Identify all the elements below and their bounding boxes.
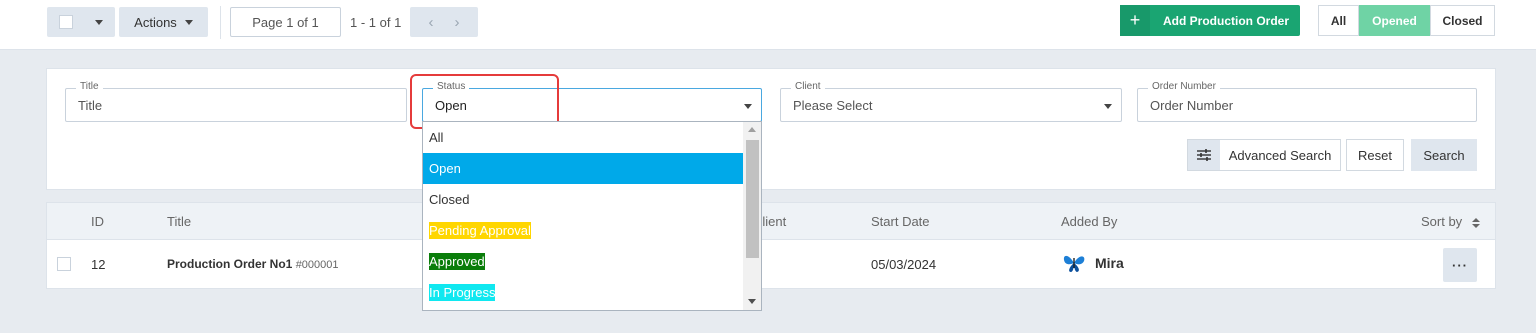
chevron-down-icon bbox=[95, 19, 103, 25]
row-added-by-name: Mira bbox=[1095, 255, 1124, 271]
search-button[interactable]: Search bbox=[1411, 139, 1477, 171]
row-added-by: Mira bbox=[1061, 252, 1124, 274]
client-select[interactable]: Client Please Select bbox=[780, 81, 1122, 122]
record-range: 1 - 1 of 1 bbox=[350, 14, 402, 30]
filter-opened-button[interactable]: Opened bbox=[1359, 5, 1430, 36]
sort-icon bbox=[1471, 217, 1480, 228]
plus-icon: + bbox=[1120, 5, 1150, 36]
page-indicator[interactable]: Page 1 of 1 bbox=[230, 7, 341, 37]
chevron-down-icon bbox=[744, 104, 752, 109]
status-option-pending-approval[interactable]: Pending Approval bbox=[423, 215, 743, 246]
orders-table: ID Title Client Start Date Added By Sort… bbox=[46, 202, 1496, 289]
next-page-icon[interactable]: › bbox=[455, 14, 460, 31]
status-option-in-progress[interactable]: In Progress bbox=[423, 277, 743, 308]
row-title[interactable]: Production Order No1 #000001 bbox=[167, 257, 339, 271]
chevron-down-icon bbox=[1104, 104, 1112, 109]
add-production-order-button[interactable]: + Add Production Order bbox=[1120, 5, 1300, 36]
scrollbar-thumb[interactable] bbox=[746, 140, 759, 258]
table-row[interactable]: 12 Production Order No1 #000001 05/03/20… bbox=[47, 240, 1495, 289]
status-option-label: Approved bbox=[429, 253, 485, 270]
sort-by-label: Sort by bbox=[1421, 214, 1463, 229]
order-number-field-label: Order Number bbox=[1148, 81, 1220, 92]
advanced-search-button[interactable]: Advanced Search bbox=[1187, 139, 1341, 171]
add-production-order-label: Add Production Order bbox=[1163, 13, 1289, 28]
prev-page-icon[interactable]: ‹ bbox=[429, 14, 434, 31]
pagination-nav: ‹ › bbox=[410, 7, 478, 37]
scroll-down-icon[interactable] bbox=[748, 299, 756, 304]
actions-label: Actions bbox=[134, 14, 177, 30]
status-option-closed[interactable]: Closed bbox=[423, 184, 743, 215]
sort-by-control[interactable]: Sort by bbox=[1421, 214, 1480, 229]
row-id: 12 bbox=[91, 257, 106, 272]
order-number-field[interactable]: Order Number Order Number bbox=[1137, 81, 1477, 122]
status-dropdown-list: All Open Closed Pending Approval Approve… bbox=[422, 121, 762, 311]
dropdown-scrollbar[interactable] bbox=[743, 122, 761, 310]
scroll-up-icon[interactable] bbox=[748, 127, 756, 132]
status-option-label: In Progress bbox=[429, 284, 496, 301]
toolbar: Actions Page 1 of 1 1 - 1 of 1 ‹ › + Add… bbox=[0, 0, 1536, 50]
column-header-start-date[interactable]: Start Date bbox=[871, 214, 930, 229]
column-header-title[interactable]: Title bbox=[167, 214, 191, 229]
status-option-label: Pending Approval bbox=[429, 222, 531, 239]
select-all-dropdown[interactable] bbox=[47, 7, 115, 37]
reset-button[interactable]: Reset bbox=[1346, 139, 1404, 171]
client-select-value: Please Select bbox=[793, 98, 873, 113]
row-checkbox[interactable] bbox=[57, 257, 71, 271]
status-option-open[interactable]: Open bbox=[423, 153, 743, 184]
title-field-placeholder: Title bbox=[78, 98, 103, 113]
status-option-label: All bbox=[429, 130, 444, 145]
filter-all-button[interactable]: All bbox=[1318, 5, 1359, 36]
table-header: ID Title Client Start Date Added By Sort… bbox=[47, 203, 1495, 240]
row-title-text: Production Order No1 bbox=[167, 257, 293, 271]
divider bbox=[220, 6, 221, 39]
status-option-all[interactable]: All bbox=[423, 122, 743, 153]
title-field[interactable]: Title Title bbox=[65, 81, 407, 122]
status-option-approved[interactable]: Approved bbox=[423, 246, 743, 277]
actions-button[interactable]: Actions bbox=[119, 7, 208, 37]
row-code: #000001 bbox=[295, 259, 339, 271]
status-option-label: Closed bbox=[429, 192, 470, 207]
client-field-label: Client bbox=[791, 81, 825, 92]
filter-panel: Title Title Status Open Client Please Se… bbox=[46, 68, 1496, 190]
advanced-search-label: Advanced Search bbox=[1228, 147, 1332, 163]
butterfly-avatar-icon bbox=[1063, 255, 1085, 272]
status-option-label: Open bbox=[429, 161, 461, 176]
chevron-down-icon bbox=[184, 19, 193, 25]
row-start-date: 05/03/2024 bbox=[871, 257, 937, 272]
title-field-label: Title bbox=[76, 81, 103, 92]
select-all-checkbox[interactable] bbox=[59, 15, 73, 29]
column-header-id[interactable]: ID bbox=[91, 214, 104, 229]
filter-closed-button[interactable]: Closed bbox=[1430, 5, 1495, 36]
sliders-icon bbox=[1188, 140, 1220, 170]
order-number-placeholder: Order Number bbox=[1150, 98, 1234, 113]
column-header-added-by[interactable]: Added By bbox=[1061, 214, 1117, 229]
row-more-button[interactable]: ··· bbox=[1443, 248, 1477, 282]
